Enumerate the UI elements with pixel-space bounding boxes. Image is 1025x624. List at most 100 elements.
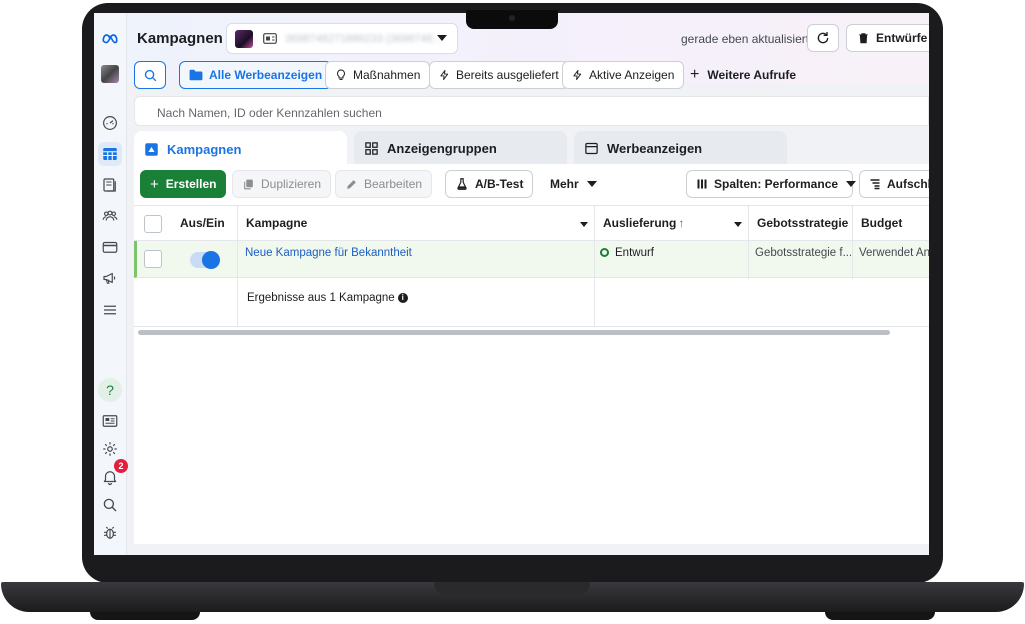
bid-strategy-value: Gebotsstrategie f... <box>755 247 851 259</box>
info-icon[interactable]: i <box>397 293 408 303</box>
flask-icon <box>457 178 467 190</box>
filter-actions-button[interactable]: Maßnahmen <box>325 61 431 89</box>
filter-bar: Alle Werbeanzeigen Maßnahmen Bereits aus… <box>127 61 929 93</box>
pages-icon[interactable] <box>98 173 122 197</box>
discard-drafts-button[interactable]: Entwürfe verwerfen <box>846 24 929 52</box>
tab-campaigns[interactable]: Kampagnen <box>134 131 347 167</box>
create-label: Erstellen <box>165 177 217 191</box>
chevron-down-icon <box>586 181 597 187</box>
row-checkbox[interactable] <box>144 250 162 268</box>
ab-test-button[interactable]: A/B-Test <box>445 170 534 198</box>
billing-card-icon[interactable] <box>98 235 122 259</box>
screen: ? 2 Kampagnen 3698748271886233 (3698748.… <box>94 13 929 555</box>
onoff-header-label: Aus/Ein <box>180 216 225 230</box>
search-icon <box>144 69 156 81</box>
filter-all-ads-button[interactable]: Alle Werbeanzeigen <box>179 61 333 89</box>
chevron-down-icon <box>846 181 857 187</box>
draft-status-icon <box>600 248 609 257</box>
columns-dropdown[interactable]: Spalten: Performance <box>686 170 857 198</box>
laptop-opening-lip <box>434 582 590 594</box>
grid-icon <box>365 141 378 155</box>
column-header-onoff[interactable]: Aus/Ein <box>172 205 237 241</box>
lightning-icon <box>440 69 449 81</box>
table-toolbar: + Erstellen Duplizieren Bearbeiten A/B-T… <box>134 164 929 204</box>
help-icon[interactable]: ? <box>98 378 122 402</box>
results-summary: Ergebnisse aus 1 Kampagne i <box>247 292 408 304</box>
search-icon[interactable] <box>98 493 122 517</box>
tab-campaigns-label: Kampagnen <box>167 141 242 157</box>
tab-adsets-label: Anzeigengruppen <box>387 140 497 156</box>
audiences-icon[interactable] <box>98 204 122 228</box>
ad-account-card-icon <box>263 33 277 44</box>
column-header-bid-strategy[interactable]: Gebotsstrategie <box>749 205 852 241</box>
column-menu-caret-icon <box>734 222 742 227</box>
sort-ascending-icon: ↑ <box>678 216 685 230</box>
summary-divider <box>134 326 929 327</box>
column-divider <box>748 205 749 279</box>
results-summary-label: Ergebnisse aus 1 Kampagne <box>247 292 395 304</box>
campaign-header-label: Kampagne <box>246 216 308 230</box>
filter-active-ads-button[interactable]: Aktive Anzeigen <box>562 61 685 89</box>
breakdown-dropdown[interactable]: Aufschlüsselung <box>859 170 929 198</box>
campaign-status-toggle[interactable] <box>190 251 220 269</box>
level-tabs: Kampagnen Anzeigengruppen Werbeanzeigen <box>134 131 929 167</box>
refresh-icon <box>817 32 829 44</box>
menu-hamburger-icon[interactable] <box>98 298 122 322</box>
lightning-icon <box>573 69 582 81</box>
last-updated-text: gerade eben aktualisiert <box>681 32 810 46</box>
dashboard-gauge-icon[interactable] <box>98 111 122 135</box>
create-button[interactable]: + Erstellen <box>140 170 227 198</box>
duplicate-icon <box>244 179 253 189</box>
more-label: Mehr <box>550 177 579 191</box>
table-row[interactable]: Neue Kampagne für Bekanntheit Entwurf Ge… <box>134 241 929 278</box>
breakdown-icon <box>870 179 880 190</box>
search-toggle-button[interactable] <box>134 61 166 89</box>
column-divider <box>852 205 853 279</box>
tab-ads-label: Werbeanzeigen <box>607 140 703 156</box>
left-sidebar: ? 2 <box>94 13 128 555</box>
column-header-delivery[interactable]: Auslieferung ↑ <box>595 205 748 241</box>
laptop-foot-right <box>825 612 935 620</box>
laptop-foot-left <box>90 612 200 620</box>
more-views-label: Weitere Aufrufe <box>707 68 797 82</box>
horizontal-scrollbar[interactable] <box>138 330 890 335</box>
megaphone-icon[interactable] <box>98 266 122 290</box>
camera-icon <box>509 15 515 21</box>
ads-manager-table-icon[interactable] <box>98 142 122 166</box>
column-divider <box>237 205 238 327</box>
budget-value: Verwendet Anzeigengruppen-Budget <box>859 247 929 259</box>
meta-logo-icon[interactable] <box>98 26 122 50</box>
notifications-bell-icon[interactable]: 2 <box>98 459 128 489</box>
delivery-header-label: Auslieferung <box>603 216 677 230</box>
chevron-down-icon <box>437 35 447 41</box>
filter-actions-label: Maßnahmen <box>353 68 421 82</box>
edit-button[interactable]: Bearbeiten <box>335 170 433 198</box>
news-feed-icon[interactable] <box>98 409 122 433</box>
delivery-status: Entwurf <box>600 247 740 259</box>
duplicate-button[interactable]: Duplizieren <box>232 170 332 198</box>
more-dropdown[interactable]: Mehr <box>541 170 606 198</box>
campaign-name-link[interactable]: Neue Kampagne für Bekanntheit <box>245 247 585 259</box>
help-label: ? <box>106 382 114 398</box>
budget-header-label: Budget <box>861 216 903 230</box>
bid-strategy-header-label: Gebotsstrategie <box>757 216 849 230</box>
search-input[interactable]: Nach Namen, ID oder Kennzahlen suchen <box>134 96 929 126</box>
ad-account-selector[interactable]: 3698748271886233 (3698748... <box>226 23 458 54</box>
more-views-button[interactable]: + Weitere Aufrufe <box>681 61 805 89</box>
tab-adsets[interactable]: Anzeigengruppen <box>354 131 567 165</box>
select-all-checkbox[interactable] <box>144 215 162 233</box>
account-avatar[interactable] <box>98 62 122 86</box>
refresh-button[interactable] <box>807 24 839 52</box>
column-header-campaign[interactable]: Kampagne <box>238 205 594 241</box>
plus-icon: + <box>690 66 700 83</box>
header-select-all <box>134 205 172 241</box>
campaign-flag-icon <box>145 142 158 156</box>
filter-delivered-label: Bereits ausgeliefert <box>456 68 559 82</box>
filter-delivered-button[interactable]: Bereits ausgeliefert <box>429 61 569 89</box>
account-thumbnail <box>235 29 253 48</box>
toggle-knob <box>202 251 220 269</box>
column-header-budget[interactable]: Budget <box>853 205 929 241</box>
bug-report-icon[interactable] <box>98 521 122 545</box>
tab-ads[interactable]: Werbeanzeigen <box>574 131 787 165</box>
settings-gear-icon[interactable] <box>98 437 122 461</box>
